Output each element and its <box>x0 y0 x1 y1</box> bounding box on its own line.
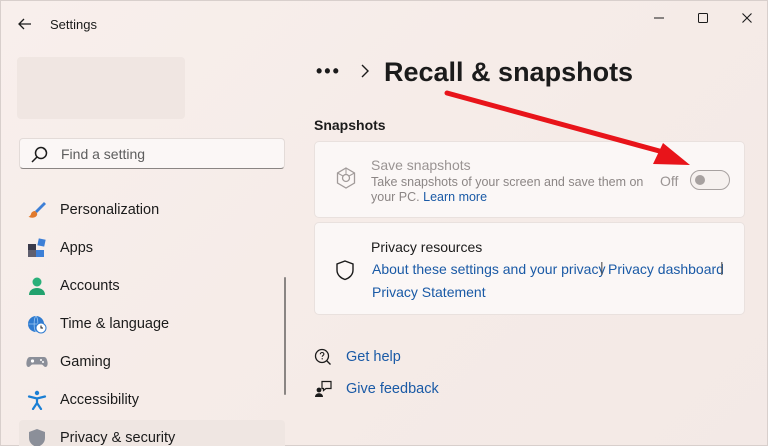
close-icon <box>742 13 752 23</box>
privacy-dashboard-link[interactable]: Privacy dashboard <box>608 261 724 277</box>
shield-icon <box>26 427 48 446</box>
globe-clock-icon <box>26 313 48 335</box>
sidebar-item-accessibility[interactable]: Accessibility <box>19 382 285 418</box>
toggle-knob <box>695 175 705 185</box>
gamepad-icon <box>26 351 48 373</box>
title-bar: Settings <box>1 1 768 47</box>
maximize-icon <box>698 13 708 23</box>
apps-icon <box>26 237 48 259</box>
sidebar-item-personalization[interactable]: Personalization <box>19 192 285 228</box>
snapshot-icon <box>336 167 356 189</box>
person-icon <box>26 275 48 297</box>
sidebar-item-accounts[interactable]: Accounts <box>19 268 285 304</box>
minimize-button[interactable] <box>637 3 681 33</box>
settings-window: Settings Personalization <box>0 0 768 446</box>
user-profile-card[interactable] <box>17 57 185 119</box>
app-title: Settings <box>50 17 97 32</box>
help-chat-icon <box>314 348 332 366</box>
page-title: Recall & snapshots <box>384 57 634 87</box>
save-snapshots-desc-text: Take snapshots of your screen and save t… <box>371 175 644 204</box>
back-arrow-icon <box>18 18 31 30</box>
close-button[interactable] <box>725 3 768 33</box>
sidebar-item-label: Privacy & security <box>60 430 176 446</box>
feedback-icon <box>314 380 332 398</box>
sidebar-item-label: Apps <box>60 240 94 256</box>
save-snapshots-title: Save snapshots <box>371 157 471 173</box>
sidebar-item-gaming[interactable]: Gaming <box>19 344 285 380</box>
give-feedback-label: Give feedback <box>346 381 439 397</box>
chevron-right-icon <box>361 64 369 78</box>
sidebar-item-label: Time & language <box>60 316 170 332</box>
search-input[interactable] <box>61 145 271 162</box>
privacy-statement-link[interactable]: Privacy Statement <box>372 284 486 300</box>
search-icon <box>31 146 48 163</box>
accessibility-icon <box>26 389 48 411</box>
sidebar-item-label: Personalization <box>60 202 160 218</box>
get-help-label: Get help <box>346 349 401 365</box>
save-snapshots-card: Save snapshots Take snapshots of your sc… <box>314 141 745 218</box>
give-feedback-link[interactable]: Give feedback <box>314 380 439 398</box>
search-box[interactable] <box>19 138 285 169</box>
privacy-resources-card: Privacy resources About these settings a… <box>314 222 745 315</box>
breadcrumb-overflow-button[interactable]: ••• <box>316 61 341 82</box>
shield-outline-icon <box>336 260 354 281</box>
sidebar-item-privacy-security[interactable]: Privacy & security <box>19 420 285 446</box>
sidebar-scrollbar[interactable] <box>284 277 286 395</box>
learn-more-link[interactable]: Learn more <box>423 190 487 204</box>
save-snapshots-toggle[interactable] <box>690 170 730 190</box>
brush-icon <box>26 199 48 221</box>
sidebar-item-time-language[interactable]: Time & language <box>19 306 285 342</box>
privacy-resources-title: Privacy resources <box>371 239 483 255</box>
minimize-icon <box>654 17 664 19</box>
sidebar-item-label: Accessibility <box>60 392 139 408</box>
section-title-snapshots: Snapshots <box>314 117 386 133</box>
link-separator: | <box>600 259 604 275</box>
sidebar-item-apps[interactable]: Apps <box>19 230 285 266</box>
link-separator: | <box>720 259 724 275</box>
maximize-button[interactable] <box>681 3 725 33</box>
sidebar-item-label: Accounts <box>60 278 120 294</box>
save-snapshots-description: Take snapshots of your screen and save t… <box>371 175 646 205</box>
back-button[interactable] <box>13 12 37 36</box>
toggle-state-label: Off <box>660 173 679 189</box>
sidebar-item-label: Gaming <box>60 354 111 370</box>
get-help-link[interactable]: Get help <box>314 348 401 366</box>
about-settings-privacy-link[interactable]: About these settings and your privacy <box>372 261 605 277</box>
